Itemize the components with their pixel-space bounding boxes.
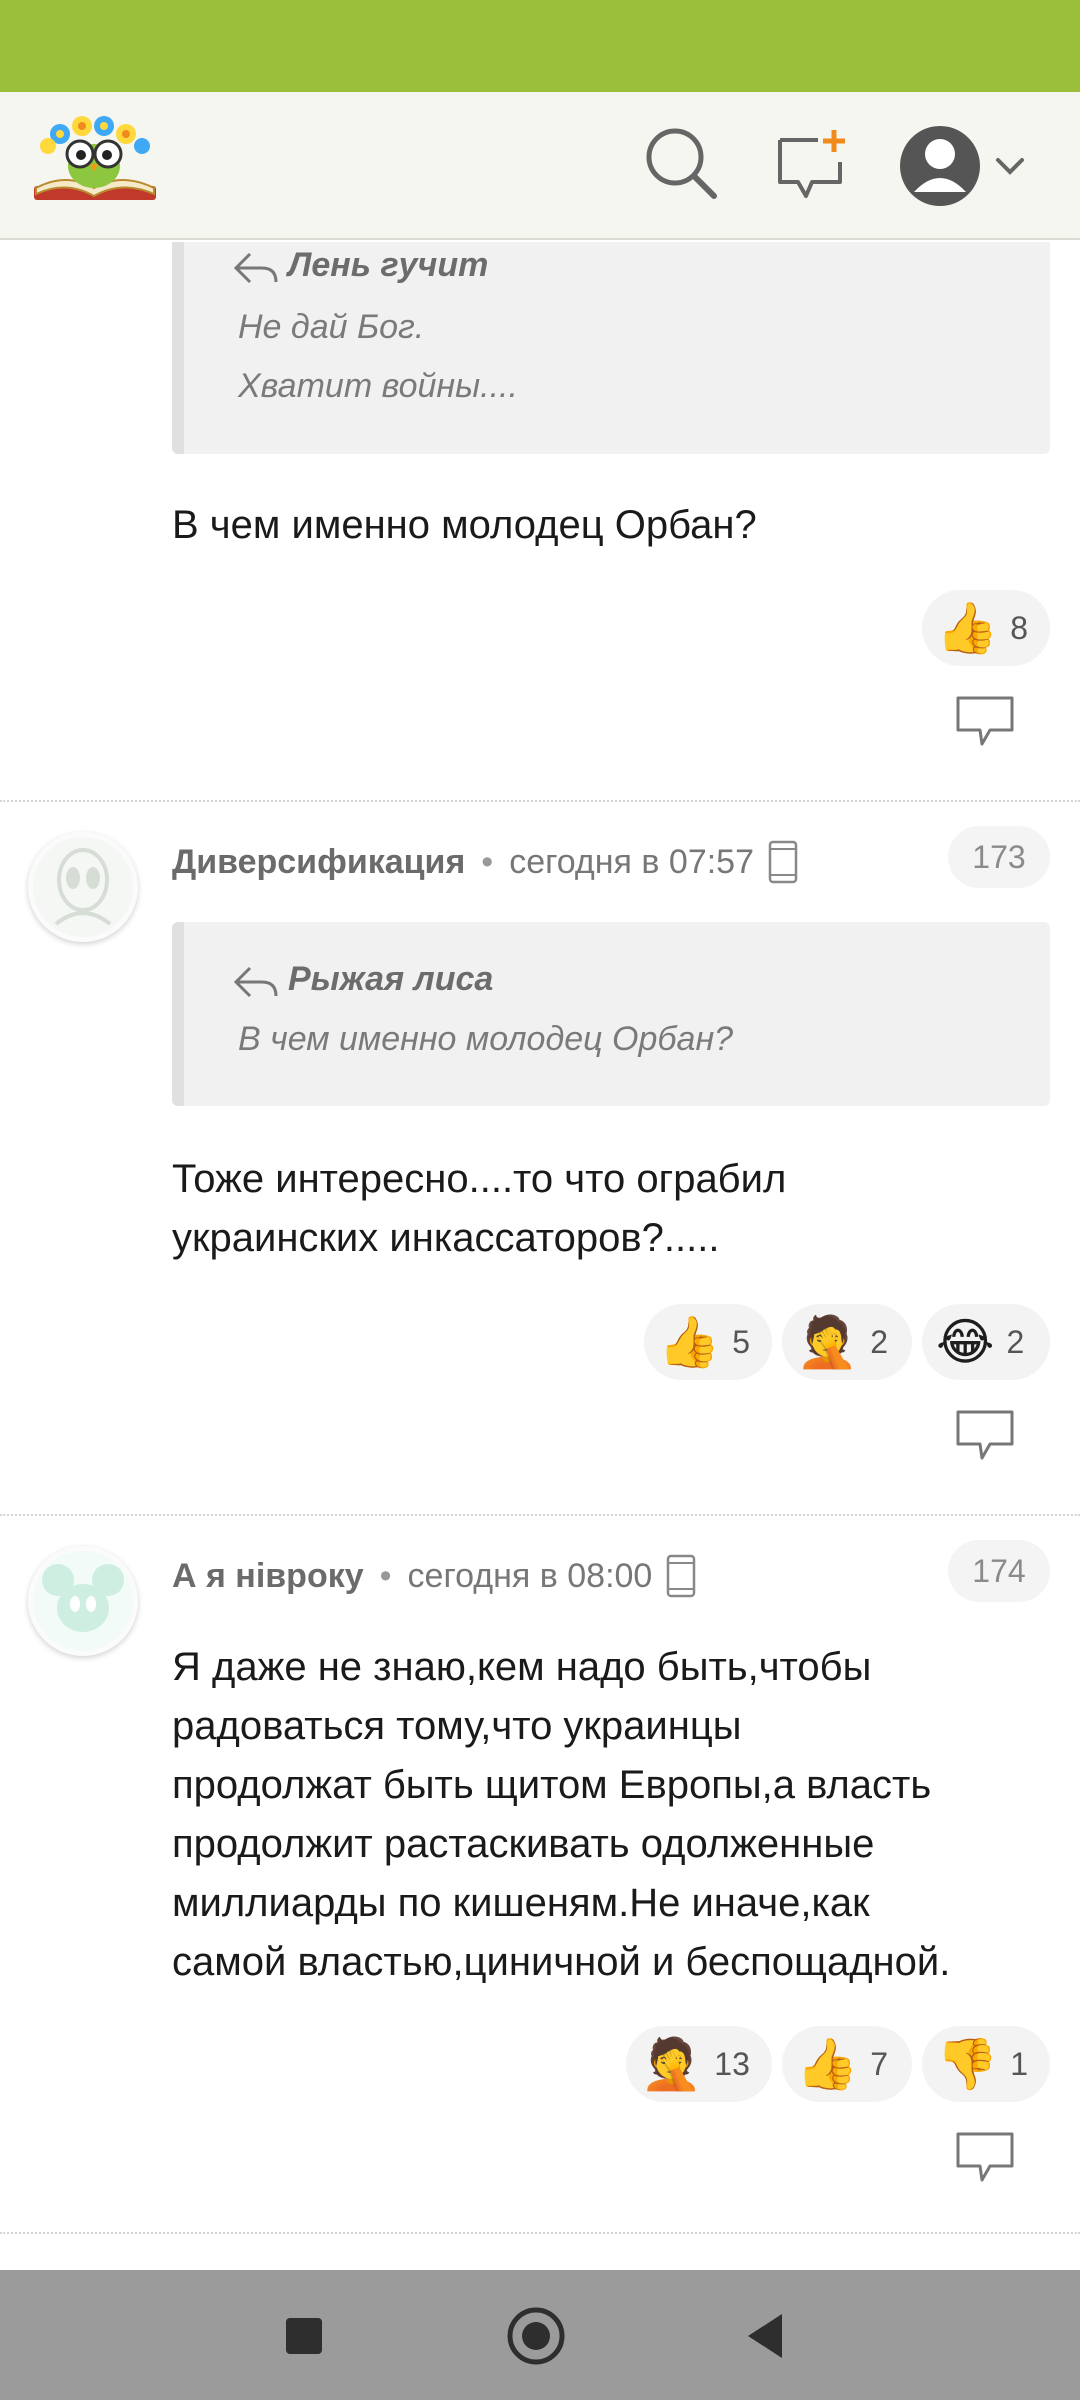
reaction-count: 1 — [1010, 2045, 1029, 2082]
comment-number-badge[interactable]: 174 — [948, 1540, 1050, 1602]
quote-line: Не дай Бог. — [238, 308, 425, 346]
reaction-facepalm[interactable]: 🤦 2 — [782, 1304, 912, 1380]
reaction-count: 13 — [714, 2045, 750, 2082]
reaction-tears-of-joy[interactable]: 😂 2 — [922, 1304, 1050, 1380]
reaction-facepalm[interactable]: 🤦 13 — [626, 2026, 772, 2102]
reaction-thumbs-up[interactable]: 👍 8 — [922, 590, 1050, 666]
reaction-count: 2 — [870, 1323, 889, 1360]
reply-arrow-icon — [233, 252, 278, 284]
reaction-count: 8 — [1010, 609, 1029, 646]
status-bar — [0, 0, 1080, 92]
reaction-count: 7 — [870, 2045, 889, 2082]
quote-block: Лень гучит Не дай Бог. Хватит войны.... — [172, 242, 1050, 454]
comment-text-line: продолжат быть щитом Европы,а власть — [172, 1763, 932, 1807]
facepalm-icon: 🤦 — [640, 2035, 703, 2093]
comment-text-line: украинских инкассаторов?..... — [172, 1216, 720, 1260]
thumbs-down-icon: 👎 — [936, 2035, 999, 2093]
user-avatar[interactable] — [28, 832, 138, 942]
comment-text-line: радоваться тому,что украинцы — [172, 1704, 742, 1748]
search-icon[interactable] — [642, 124, 722, 204]
comments-list: Лень гучит Не дай Бог. Хватит войны.... … — [0, 242, 1080, 2270]
reply-arrow-icon — [233, 966, 278, 998]
quoted-author: Лень гучит — [288, 246, 489, 284]
reply-icon[interactable] — [954, 694, 1016, 750]
app-header — [0, 92, 1080, 240]
profile-avatar-icon — [900, 126, 1024, 206]
reaction-thumbs-down[interactable]: 👎 1 — [922, 2026, 1050, 2102]
new-message-icon[interactable] — [772, 124, 852, 204]
divider — [0, 1514, 1080, 1516]
comment-time: сегодня в 07:57 — [509, 842, 754, 881]
reaction-thumbs-up[interactable]: 👍 7 — [782, 2026, 912, 2102]
comment-text: Тоже интересно....то что ограбил украинс… — [172, 1150, 1052, 1268]
thumbs-up-icon: 👍 — [796, 2035, 859, 2093]
reply-icon[interactable] — [954, 1408, 1016, 1464]
quoted-author: Рыжая лиса — [288, 960, 494, 998]
user-avatar[interactable] — [28, 1546, 138, 1656]
reaction-thumbs-up[interactable]: 👍 5 — [644, 1304, 772, 1380]
recents-square-icon[interactable] — [272, 2304, 336, 2368]
chevron-down-icon — [996, 158, 1024, 175]
comment-text-line: Тоже интересно....то что ограбил — [172, 1157, 787, 1201]
reply-icon[interactable] — [954, 2130, 1016, 2186]
comment-text-line: самой властью,циничной и беспощадной. — [172, 1940, 951, 1984]
profile-menu-button[interactable] — [898, 116, 1038, 216]
comment-author[interactable]: А я нівроку — [172, 1557, 364, 1596]
home-circle-icon[interactable] — [504, 2304, 568, 2368]
separator-dot: • — [481, 842, 494, 881]
site-logo[interactable] — [30, 106, 160, 216]
phone-icon — [768, 840, 798, 884]
phone-icon — [667, 1554, 696, 1598]
comment-text-line: миллиарды по кишеням.Не иначе,как — [172, 1881, 870, 1925]
reaction-count: 2 — [1006, 1323, 1025, 1360]
comment-text-line: продолжит растаскивать одолженные — [172, 1822, 875, 1866]
separator-dot: • — [379, 1556, 392, 1595]
facepalm-icon: 🤦 — [796, 1313, 859, 1371]
system-navigation-bar — [0, 2270, 1080, 2400]
reaction-count: 5 — [732, 1323, 751, 1360]
comment-time: сегодня в 08:00 — [407, 1556, 653, 1595]
quote-line: В чем именно молодец Орбан? — [238, 1020, 734, 1058]
divider — [0, 2232, 1080, 2234]
thumbs-up-icon: 👍 — [658, 1313, 721, 1371]
comment-meta: Диверсификация • сегодня в 07:57 — [172, 840, 798, 884]
quote-line: Хватит войны.... — [238, 367, 518, 405]
comment-text: Я даже не знаю,кем надо быть,чтобы радов… — [172, 1638, 1052, 1992]
back-triangle-icon[interactable] — [736, 2304, 800, 2368]
comment-meta: А я нівроку • сегодня в 08:00 — [172, 1554, 696, 1598]
comment-text: В чем именно молодец Орбан? — [172, 503, 757, 547]
comment-number-badge[interactable]: 173 — [948, 826, 1050, 888]
tears-of-joy-icon: 😂 — [936, 1313, 995, 1371]
comment-author[interactable]: Диверсификация — [172, 843, 465, 882]
thumbs-up-icon: 👍 — [936, 599, 999, 657]
divider — [0, 800, 1080, 802]
comment-text-line: Я даже не знаю,кем надо быть,чтобы — [172, 1645, 872, 1689]
quote-block: Рыжая лиса В чем именно молодец Орбан? — [172, 922, 1050, 1106]
